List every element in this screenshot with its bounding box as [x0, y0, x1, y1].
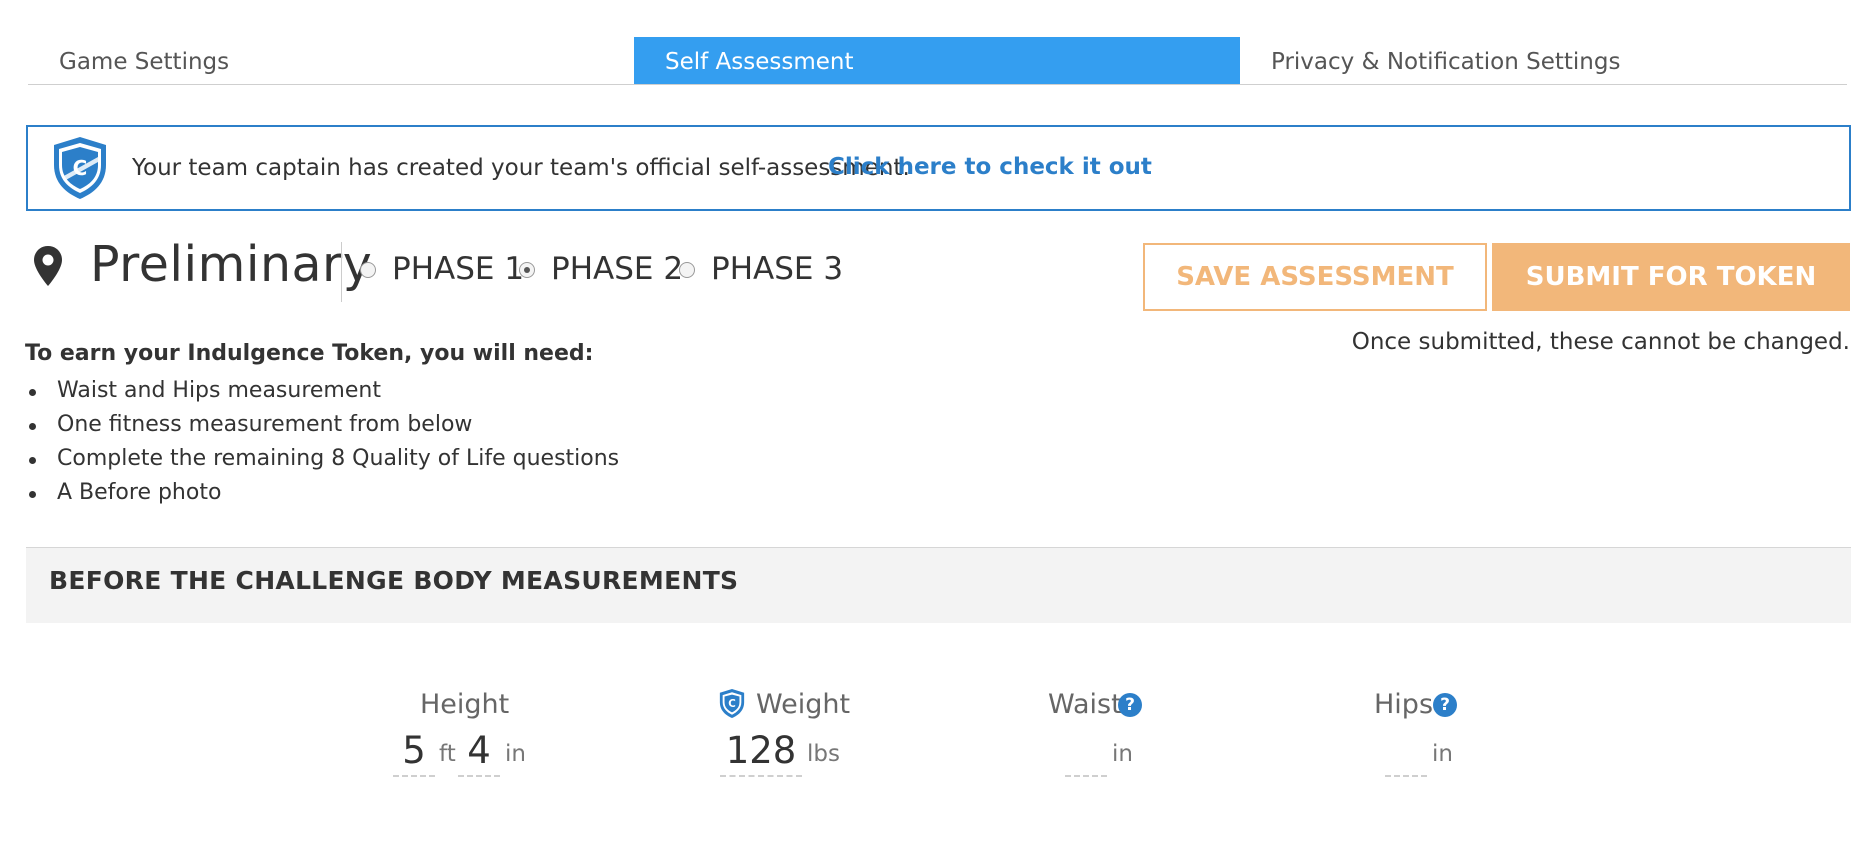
phase-1-radio[interactable] — [360, 262, 376, 278]
list-item: One fitness measurement from below — [25, 408, 619, 442]
list-item: A Before photo — [25, 476, 619, 510]
svg-text:C: C — [73, 156, 88, 180]
list-item: Waist and Hips measurement — [25, 374, 619, 408]
phase-1-label[interactable]: PHASE 1 — [392, 251, 524, 287]
settings-tabs: Game Settings Self Assessment Privacy & … — [28, 37, 1847, 85]
phase-3-radio[interactable] — [679, 262, 695, 278]
height-label: Height — [420, 689, 510, 720]
check-it-out-link[interactable]: Click here to check it out — [828, 154, 1152, 180]
tab-self-assessment[interactable]: Self Assessment — [634, 37, 1240, 84]
captain-shield-icon: C — [54, 137, 106, 199]
map-pin-icon — [34, 246, 62, 286]
banner-message: Your team captain has created your team'… — [132, 155, 910, 181]
weight-underline — [720, 775, 802, 777]
phase-3-label[interactable]: PHASE 3 — [711, 251, 843, 287]
weight-unit: lbs — [807, 741, 840, 767]
tab-game-settings[interactable]: Game Settings — [28, 37, 634, 84]
svg-text:C: C — [728, 698, 736, 710]
captain-notice-banner: C Your team captain has created your tea… — [26, 125, 1851, 211]
phase-2-radio[interactable] — [519, 262, 535, 278]
requirements-list: Waist and Hips measurement One fitness m… — [25, 374, 619, 510]
phase-2-label[interactable]: PHASE 2 — [551, 251, 683, 287]
submit-note: Once submitted, these cannot be changed. — [1351, 329, 1850, 355]
submit-for-token-button[interactable]: SUBMIT FOR TOKEN — [1492, 243, 1850, 311]
body-measurements-section-header: BEFORE THE CHALLENGE BODY MEASUREMENTS — [26, 547, 1851, 623]
height-feet-unit: ft — [439, 741, 456, 767]
captain-shield-icon: C — [719, 689, 745, 718]
height-inches-underline — [458, 775, 500, 777]
hips-underline — [1385, 775, 1427, 777]
hips-help-icon[interactable]: ? — [1433, 693, 1457, 717]
height-feet-input[interactable]: 5 — [393, 729, 435, 772]
height-feet-underline — [393, 775, 435, 777]
waist-label: Waist — [1048, 689, 1122, 720]
phase-divider — [341, 242, 342, 302]
height-inches-input[interactable]: 4 — [458, 729, 500, 772]
section-title: BEFORE THE CHALLENGE BODY MEASUREMENTS — [49, 566, 739, 595]
height-inches-unit: in — [505, 741, 526, 767]
weight-input[interactable]: 128 — [720, 729, 802, 772]
waist-help-icon[interactable]: ? — [1118, 693, 1142, 717]
self-assessment-page: Game Settings Self Assessment Privacy & … — [0, 0, 1876, 844]
waist-underline — [1065, 775, 1107, 777]
phase-title: Preliminary — [90, 236, 373, 293]
hips-unit: in — [1432, 741, 1453, 767]
hips-label: Hips — [1374, 689, 1434, 720]
save-assessment-button[interactable]: SAVE ASSESSMENT — [1143, 243, 1487, 311]
requirements-heading: To earn your Indulgence Token, you will … — [25, 341, 594, 366]
weight-label: Weight — [756, 689, 851, 720]
tab-privacy-notification-settings[interactable]: Privacy & Notification Settings — [1240, 37, 1847, 84]
list-item: Complete the remaining 8 Quality of Life… — [25, 442, 619, 476]
waist-unit: in — [1112, 741, 1133, 767]
